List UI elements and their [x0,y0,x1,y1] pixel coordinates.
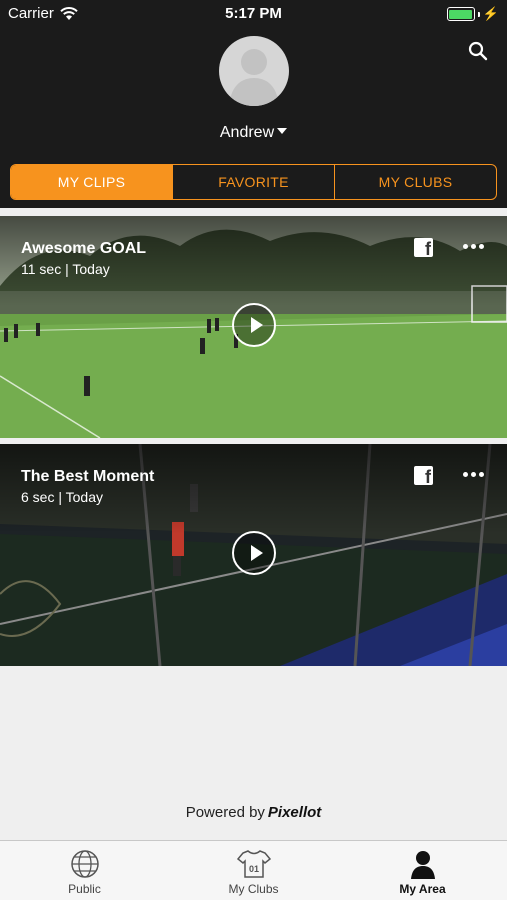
avatar[interactable] [219,36,289,106]
clips-filter-segmented-control: MY CLIPS FAVORITE MY CLUBS [10,164,497,200]
svg-text:01: 01 [248,864,258,874]
clip-title: The Best Moment [21,468,155,485]
jersey-icon: 01 [236,850,271,878]
battery-icon [446,7,475,21]
status-bar: Carrier 5:17 PM ⚡ [0,0,507,28]
play-button[interactable] [232,303,276,347]
tab-my-clips[interactable]: MY CLIPS [11,165,172,199]
tab-public-label: Public [68,882,101,896]
clip-meta: 11 sec | Today [21,261,110,277]
facebook-share-icon[interactable]: f [414,466,433,487]
play-button[interactable] [232,531,276,575]
tab-my-area[interactable]: My Area [338,841,507,900]
user-name: Andrew [219,124,275,141]
tab-my-clubs-nav[interactable]: 01 My Clubs [169,841,338,900]
clip-card[interactable]: Awesome GOAL 11 sec | Today f [0,216,507,438]
charging-icon: ⚡ [482,6,499,21]
tab-public[interactable]: Public [0,841,169,900]
tab-my-area-label: My Area [399,882,446,896]
more-options-icon[interactable] [463,468,487,480]
clip-card[interactable]: The Best Moment 6 sec | Today f [0,444,507,666]
battery-indicator: ⚡ [446,6,499,22]
facebook-share-icon[interactable]: f [414,238,433,259]
brand-logo: Pixellot [267,804,322,821]
more-options-icon[interactable] [463,240,487,252]
powered-by-label: Powered by [185,804,265,821]
clip-title: Awesome GOAL [21,240,147,257]
tab-my-clubs-label: My Clubs [228,882,279,896]
search-icon[interactable] [467,40,489,62]
user-menu[interactable]: Andrew [0,124,507,142]
powered-by: Powered by Pixellot [0,804,507,821]
profile-header: Carrier 5:17 PM ⚡ Andrew MY CLIPS FAVORI… [0,0,507,208]
tab-my-clubs[interactable]: MY CLUBS [334,165,496,199]
globe-icon [70,850,99,878]
clock: 5:17 PM [225,5,282,22]
tab-favorite[interactable]: FAVORITE [172,165,334,199]
avatar-placeholder-icon [229,49,279,106]
tab-bar: Public 01 My Clubs My Area [0,840,507,900]
chevron-down-icon [277,127,288,134]
user-icon [410,851,435,879]
clip-meta: 6 sec | Today [21,489,103,505]
